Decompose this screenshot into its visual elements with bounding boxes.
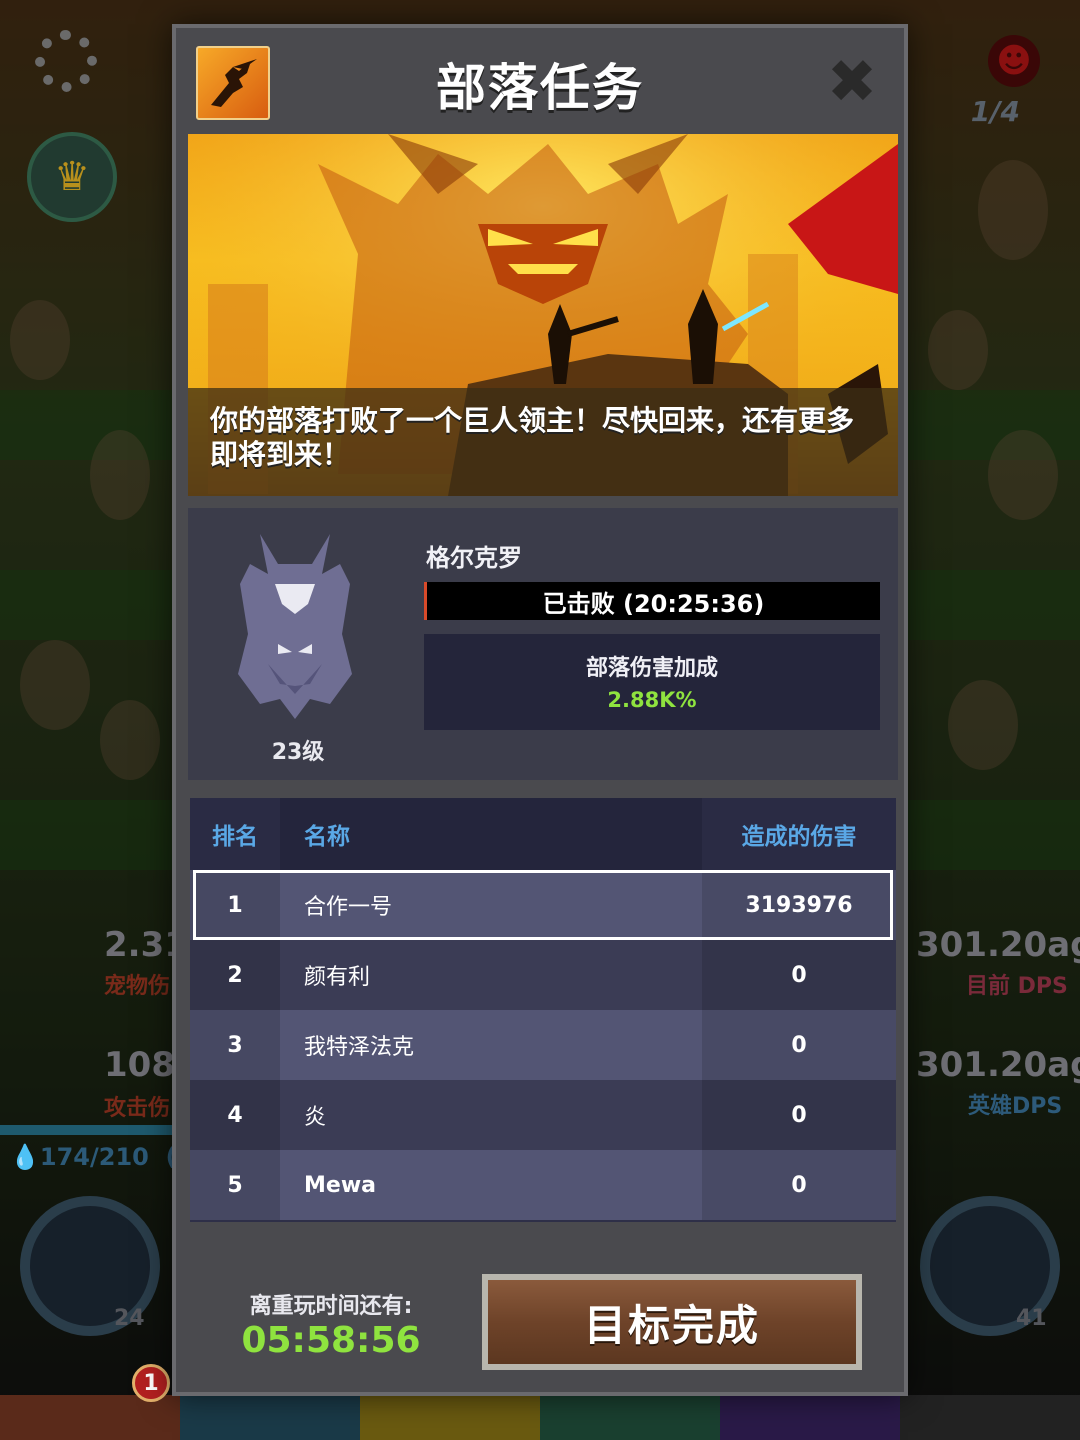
table-row[interactable]: 3 我特泽法克 0	[190, 1010, 896, 1080]
close-icon: ✖	[826, 47, 878, 117]
damage-ranking-table: 排名 名称 造成的伤害 1 合作一号 3193976 2 颜有利 0 3 我特泽…	[190, 798, 896, 1222]
victory-banner: 你的部落打败了一个巨人领主！尽快回来，还有更多即将到来！	[188, 134, 898, 496]
table-row[interactable]: 2 颜有利 0	[190, 940, 896, 1010]
replay-countdown-timer: 05:58:56	[241, 1320, 421, 1361]
bottom-tab-bar	[0, 1395, 1080, 1440]
tribe-damage-bonus-label: 部落伤害加成	[585, 656, 718, 681]
tab-more[interactable]	[900, 1395, 1080, 1440]
tribe-quest-dialog: 部落任务 ✖ 你的部落打败了一个巨人领主！尽快回来，还有更多即将到来！ 23级 …	[172, 24, 908, 1396]
current-dps-label: 目前 DPS	[966, 974, 1068, 999]
notification-badge: 1	[132, 1364, 170, 1402]
tab-pet[interactable]	[180, 1395, 360, 1440]
damage-header: 造成的伤害	[702, 798, 896, 870]
hero-dps-label: 英雄DPS	[968, 1094, 1063, 1119]
tab-tribe[interactable]	[540, 1395, 720, 1440]
boss-level: 23级	[271, 740, 325, 765]
name-cell: 颜有利	[304, 965, 371, 990]
boss-status-bar: 已击败 (20:25:36)	[424, 582, 880, 620]
table-row[interactable]: 5 Mewa 0	[190, 1150, 896, 1220]
crown-icon[interactable]: ♛	[27, 132, 117, 222]
attack-damage-label: 攻击伤	[104, 1096, 171, 1121]
pet-skill-level: 24	[114, 1306, 145, 1331]
goal-complete-button[interactable]: 目标完成	[482, 1274, 862, 1370]
giant-boss-icon	[238, 534, 352, 719]
dialog-title: 部落任务	[436, 59, 644, 117]
hero-dps-stat: 301.20ag	[916, 1045, 1080, 1085]
tribe-damage-bonus-value: 2.88K%	[607, 688, 697, 712]
table-header: 排名 名称 造成的伤害	[190, 798, 896, 870]
damage-cell: 0	[702, 1010, 896, 1080]
damage-cell: 0	[702, 1080, 896, 1150]
goal-complete-label: 目标完成	[488, 1280, 856, 1364]
settings-gear-icon[interactable]	[35, 30, 97, 92]
hero-skill-level: 41	[1016, 1306, 1047, 1331]
banner-message: 你的部落打败了一个巨人领主！尽快回来，还有更多即将到来！	[210, 404, 855, 471]
hp-bar	[0, 1125, 172, 1135]
name-cell: Mewa	[304, 1172, 376, 1198]
name-cell: 炎	[304, 1105, 327, 1130]
rank-cell: 5	[190, 1150, 280, 1220]
hp-value: 💧174/210 (	[10, 1143, 177, 1171]
name-header: 名称	[280, 798, 702, 870]
tab-hero[interactable]	[360, 1395, 540, 1440]
replay-countdown-label: 离重玩时间还有:	[249, 1294, 413, 1319]
name-cell: 我特泽法克	[304, 1035, 415, 1060]
boss-panel: 23级 格尔克罗 已击败 (20:25:36) 部落伤害加成 2.88K%	[188, 508, 898, 780]
demon-head-icon[interactable]: ☻	[988, 35, 1040, 87]
dialog-header: 部落任务 ✖	[176, 28, 904, 136]
damage-cell: 0	[702, 940, 896, 1010]
rank-cell: 3	[190, 1010, 280, 1080]
tab-shop[interactable]	[720, 1395, 900, 1440]
close-button[interactable]: ✖	[824, 47, 880, 117]
tribe-damage-bonus-box: 部落伤害加成 2.88K%	[424, 634, 880, 730]
current-player-highlight	[193, 870, 893, 940]
boss-name: 格尔克罗	[426, 544, 522, 572]
tribe-counter: 1/4	[970, 95, 1020, 128]
banner-message-box: 你的部落打败了一个巨人领主！尽快回来，还有更多即将到来！	[188, 388, 898, 496]
damage-cell: 0	[702, 1150, 896, 1220]
rank-cell: 4	[190, 1080, 280, 1150]
current-dps-stat: 301.20ag	[916, 925, 1080, 965]
rank-header: 排名	[190, 798, 280, 870]
pet-damage-label: 宠物伤	[104, 974, 171, 999]
rank-cell: 2	[190, 940, 280, 1010]
table-row[interactable]: 4 炎 0	[190, 1080, 896, 1150]
